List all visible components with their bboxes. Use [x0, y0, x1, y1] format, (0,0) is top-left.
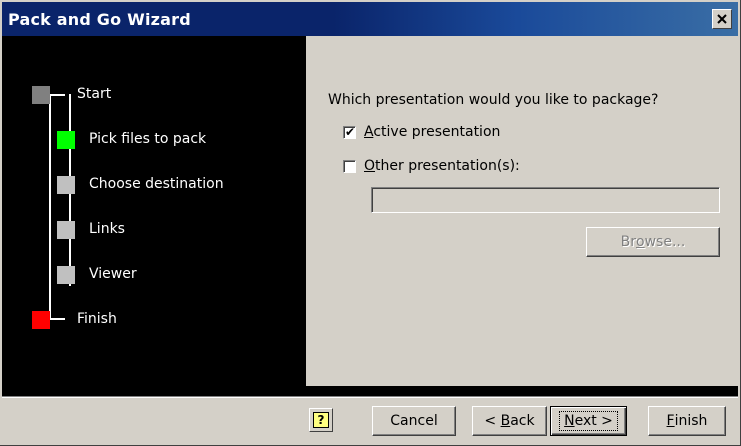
- other-presentations-label: Other presentation(s):: [364, 158, 520, 174]
- help-button[interactable]: ?: [309, 408, 333, 432]
- step-pick-files-marker: [57, 131, 75, 149]
- other-presentations-path-field[interactable]: [371, 187, 720, 213]
- active-presentation-checkbox[interactable]: ✔: [343, 124, 356, 139]
- finish-button[interactable]: Finish: [648, 406, 726, 436]
- tree-trunk-line: [49, 96, 51, 320]
- left-panel-bottom-strip: [2, 386, 306, 396]
- browse-button[interactable]: Br o wse...: [586, 227, 720, 257]
- step-label-viewer: Viewer: [89, 266, 137, 282]
- step-finish-marker: [32, 311, 50, 329]
- window-title: Pack and Go Wizard: [8, 9, 191, 29]
- active-presentation-label: Active presentation: [364, 124, 501, 140]
- next-button-focus: Next >: [559, 411, 618, 431]
- help-icon: ?: [313, 412, 329, 428]
- tree-branch-start: [49, 94, 65, 96]
- other-presentations-checkbox[interactable]: [343, 159, 356, 173]
- step-label-links: Links: [89, 221, 125, 237]
- next-button[interactable]: Next >: [550, 406, 627, 436]
- checkmark-icon: ✔: [345, 124, 356, 139]
- step-links-marker: [57, 221, 75, 239]
- step-label-start: Start: [77, 86, 112, 102]
- wizard-steps-panel: Start Pick files to pack Choose destinat…: [2, 36, 306, 396]
- step-label-finish: Finish: [77, 311, 117, 327]
- back-button[interactable]: < Back: [472, 406, 547, 436]
- title-bar[interactable]: Pack and Go Wizard: [2, 2, 738, 36]
- option-active-presentation[interactable]: ✔ Active presentation: [343, 124, 500, 140]
- cancel-button[interactable]: Cancel: [372, 406, 456, 436]
- step-label-pick-files: Pick files to pack: [89, 131, 207, 147]
- step-label-choose-destination: Choose destination: [89, 176, 224, 192]
- close-icon: [717, 14, 727, 24]
- step-viewer-marker: [57, 266, 75, 284]
- step-choose-destination-marker: [57, 176, 75, 194]
- footer-separator: [2, 396, 738, 398]
- pack-and-go-wizard-window: Pack and Go Wizard Start Pick files to p…: [0, 0, 741, 446]
- option-other-presentations[interactable]: Other presentation(s):: [343, 158, 520, 174]
- step-start-marker: [32, 86, 50, 104]
- content-bottom-strip: [306, 386, 738, 396]
- close-button[interactable]: [712, 9, 732, 29]
- tree-branch-finish: [51, 318, 65, 320]
- package-question: Which presentation would you like to pac…: [328, 92, 659, 108]
